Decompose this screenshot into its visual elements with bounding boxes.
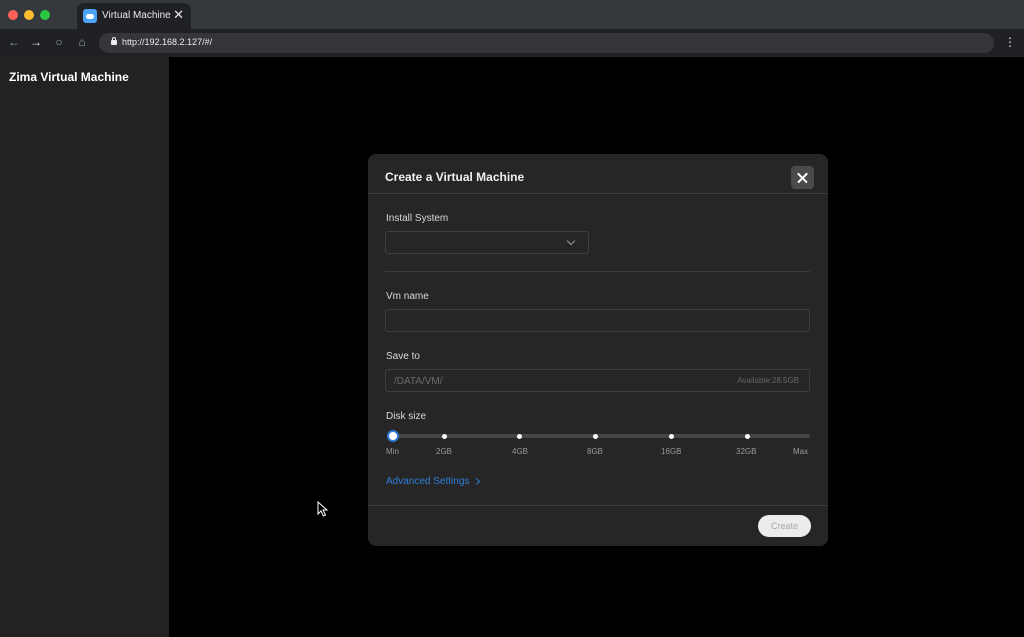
- address-bar[interactable]: http://192.168.2.127/#/: [99, 33, 994, 53]
- chevron-down-icon: [566, 236, 576, 246]
- slider-step-dot[interactable]: [442, 433, 447, 439]
- create-vm-dialog: Create a Virtual Machine Install System …: [368, 154, 828, 546]
- url-text[interactable]: http://192.168.2.127/#/: [122, 37, 212, 47]
- forward-arrow-icon[interactable]: →: [28, 34, 44, 50]
- slider-step-dot[interactable]: [745, 433, 750, 439]
- dialog-title: Create a Virtual Machine: [385, 170, 525, 184]
- save-to-field[interactable]: /DATA/VM/ Available:28.5GB: [385, 369, 810, 392]
- save-to-label: Save to: [386, 351, 420, 362]
- tick-label: Min: [386, 447, 399, 456]
- install-system-select[interactable]: [385, 231, 589, 254]
- browser-tab-bar: Virtual Machine ✕: [0, 0, 1024, 29]
- lock-icon: [111, 37, 117, 45]
- chevron-right-icon[interactable]: [472, 477, 481, 486]
- tick-label: 32GB: [736, 447, 757, 456]
- tick-label: 8GB: [587, 447, 604, 456]
- slider-step-dot[interactable]: [517, 433, 522, 439]
- disk-size-label: Disk size: [386, 411, 427, 422]
- save-to-path: /DATA/VM/: [394, 376, 443, 387]
- slider-thumb[interactable]: [387, 430, 399, 442]
- favicon-icon: [83, 9, 97, 23]
- maximize-window-button[interactable]: [40, 10, 50, 20]
- dialog-header: Create a Virtual Machine: [368, 154, 828, 194]
- footer-divider: [368, 505, 828, 506]
- tab-title: Virtual Machine: [102, 10, 171, 21]
- tab-close-icon[interactable]: ✕: [173, 8, 184, 22]
- app-title: Zima Virtual Machine: [9, 70, 129, 84]
- browser-tab[interactable]: Virtual Machine ✕: [77, 3, 191, 29]
- reload-icon[interactable]: ○: [51, 34, 67, 50]
- vm-name-input[interactable]: [385, 309, 810, 332]
- close-window-button[interactable]: [8, 10, 18, 20]
- close-dialog-button[interactable]: [791, 166, 814, 189]
- available-space: Available:28.5GB: [737, 376, 799, 385]
- tick-label: 2GB: [436, 447, 453, 456]
- browser-menu-icon[interactable]: ⋮: [1004, 34, 1016, 50]
- tick-label: 4GB: [512, 447, 529, 456]
- vm-name-label: Vm name: [386, 291, 429, 302]
- slider-step-dot[interactable]: [669, 433, 674, 439]
- sidebar: Zima Virtual Machine: [0, 57, 169, 637]
- section-divider: [385, 271, 810, 272]
- install-system-label: Install System: [386, 213, 449, 224]
- back-arrow-icon[interactable]: ←: [6, 34, 22, 50]
- browser-toolbar: ← → ○ ⌂ http://192.168.2.127/#/ ⋮: [0, 29, 1024, 57]
- disk-size-slider[interactable]: [393, 433, 810, 439]
- home-icon[interactable]: ⌂: [74, 34, 90, 50]
- create-button[interactable]: Create: [758, 515, 811, 537]
- mouse-cursor-icon: [317, 501, 329, 517]
- advanced-settings-link[interactable]: Advanced Settings: [386, 476, 469, 487]
- tick-label: 16GB: [661, 447, 682, 456]
- minimize-window-button[interactable]: [24, 10, 34, 20]
- slider-step-dot[interactable]: [593, 433, 598, 439]
- tick-label: Max: [793, 447, 809, 456]
